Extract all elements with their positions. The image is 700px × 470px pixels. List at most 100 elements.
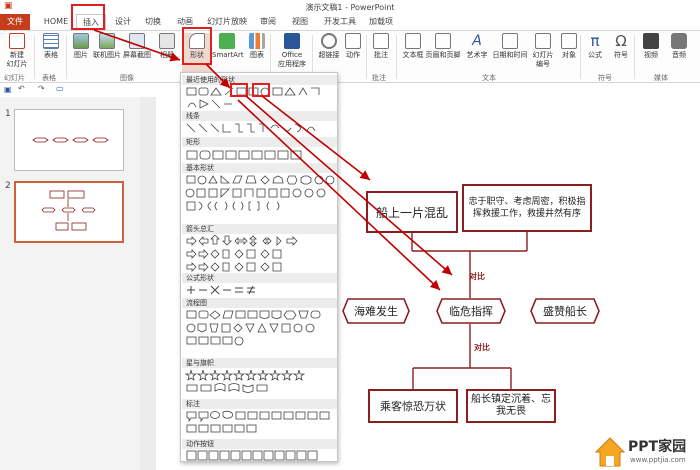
object-icon [561,33,577,49]
action-icon [345,33,361,49]
shapes-row[interactable] [184,369,335,393]
calendar-icon [502,33,518,49]
shapes-row[interactable] [185,410,335,433]
shape-icons [186,310,321,346]
link-icon [321,33,337,49]
section-stars-banners: 星与旗帜 [182,358,337,368]
shape-icons [186,450,318,461]
thumbnail-content [32,137,109,143]
omega-icon: Ω [615,32,627,50]
symbol-button[interactable]: Ω 符号 [606,33,636,60]
shapes-row[interactable] [185,284,335,296]
shape-icons [186,410,330,433]
group-label-text: 文本 [482,74,496,82]
header-footer-icon [435,33,451,49]
ribbon-tabs: 文件 HOME 插入 设计 切换 动画 幻灯片放映 审阅 视图 开发工具 加载项 [0,14,700,31]
shape-icons [186,150,302,160]
online-picture-icon [99,33,115,49]
slide-thumbnail-pane: 1 2 [0,97,140,470]
title-bar: ▣ 演示文稿1 - PowerPoint [0,0,700,14]
highlight-insert-tab [71,4,105,30]
action-button[interactable]: 动作 [338,33,368,60]
section-block-arrows: 箭头总汇 [182,224,337,234]
tab-developer[interactable]: 开发工具 [320,14,360,30]
shapes-row[interactable] [185,234,335,272]
chart-icon [249,33,265,49]
new-slide-button[interactable]: 新建 幻灯片 [2,33,32,69]
header-footer-button[interactable]: 页眉和页脚 [424,33,462,60]
shapes-row[interactable] [185,122,335,134]
pi-icon: π [590,32,600,50]
tab-view[interactable]: 视图 [288,14,312,30]
table-button[interactable]: 表格 [36,33,66,60]
section-callouts: 标注 [182,399,337,409]
slide-thumbnail-2[interactable] [14,181,124,243]
contrast-label-1: 对比 [469,272,485,281]
comment-icon [373,33,389,49]
box-passengers[interactable]: 乘客惊恐万状 [368,389,458,423]
shapes-row[interactable] [185,149,335,161]
undo-icon[interactable]: ↶ [18,84,25,93]
shapes-row[interactable] [185,309,335,346]
tab-transitions[interactable]: 切换 [140,14,166,30]
video-button[interactable]: 视频 [636,33,666,60]
group-separator [396,35,397,79]
screenshot-button[interactable]: 屏幕截图 [122,33,152,60]
shapes-row[interactable] [185,174,335,211]
tab-design[interactable]: 设计 [110,14,136,30]
highlight-recent-shape-1 [230,83,248,97]
tab-home[interactable]: HOME [40,14,72,30]
watermark-url: www.pptjia.com [630,456,686,464]
slide-thumbnail-1[interactable] [14,109,124,171]
box-captain[interactable]: 船长镇定沉着、忘我无畏 [466,389,556,423]
quick-access-bar: ▣ ↶ ↷ ▭ [0,84,180,97]
hex-command[interactable]: 临危指挥 [436,298,506,324]
photo-album-button[interactable]: 相册 [152,33,182,60]
smartart-icon [219,33,235,49]
ribbon: 新建 幻灯片 表格 图片 联机图片 屏幕截图 相册 形状 SmartArt 图表… [0,30,700,83]
section-basic-shapes: 基本形状 [182,163,337,173]
highlight-shapes-button [182,27,212,65]
table-icon [43,33,59,49]
slide-number: 2 [5,181,11,191]
audio-button[interactable]: 音频 [664,33,694,60]
new-slide-icon [9,33,25,49]
online-picture-button[interactable]: 联机图片 [92,33,122,60]
shape-icons [187,99,232,109]
box-duty[interactable]: 忠于职守、考虑周密，积极指挥救援工作，救援井然有序 [462,184,592,232]
slide-number: 1 [5,109,11,119]
comment-button[interactable]: 批注 [366,33,396,60]
start-slideshow-icon[interactable]: ▭ [56,84,64,93]
photo-album-icon [159,33,175,49]
smartart-button[interactable]: SmartArt [212,33,244,60]
group-label-images: 图像 [120,74,134,82]
section-lines: 线条 [182,111,337,121]
house-logo-icon [594,437,626,467]
hex-praise[interactable]: 盛赞船长 [530,298,600,324]
chart-button[interactable]: 图表 [242,33,272,60]
box-chaos[interactable]: 船上一片混乱 [366,191,458,233]
group-label-comments: 批注 [372,74,386,82]
video-icon [643,33,659,49]
wordart-button[interactable]: A 艺术字 [462,33,492,60]
hex-disaster[interactable]: 海难发生 [342,298,410,324]
contrast-label-2: 对比 [474,343,490,352]
slide-number-icon [535,33,551,49]
date-time-button[interactable]: 日期和时间 [492,33,528,60]
tab-addins[interactable]: 加载项 [366,14,396,30]
group-separator [634,35,635,79]
office-apps-button[interactable]: Office 应用程序 [274,33,310,69]
group-label-tables: 表格 [42,74,56,82]
shapes-row[interactable] [185,98,335,110]
tab-review[interactable]: 审阅 [256,14,280,30]
group-label-symbols: 符号 [598,74,612,82]
tab-file[interactable]: 文件 [0,14,30,30]
shapes-row[interactable] [185,450,335,462]
shape-icons [187,285,255,295]
textbox-icon [405,33,421,49]
shapes-gallery-dropdown: 最近使用的形状 线条 矩形 基本形状 箭头总汇 公式形状 流程图 星与旗帜 标注… [180,72,338,462]
save-icon[interactable]: ▣ [4,85,12,94]
shape-icons [184,369,306,393]
group-label-media: 媒体 [654,74,668,82]
redo-icon[interactable]: ↷ [38,84,45,93]
